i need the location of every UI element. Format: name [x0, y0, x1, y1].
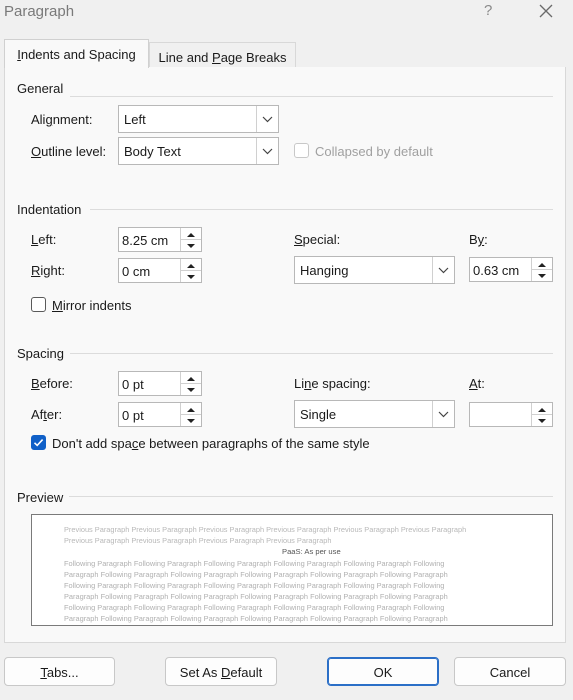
spin-down-icon[interactable] [532, 415, 552, 426]
preview-following-line: Following Paragraph Following Paragraph … [64, 581, 445, 590]
ok-button[interactable]: OK [327, 657, 439, 686]
chevron-down-icon [432, 257, 454, 283]
spin-down-icon[interactable] [181, 271, 201, 282]
spin-up-icon[interactable] [181, 259, 201, 271]
divider [70, 353, 553, 354]
chevron-down-icon [256, 106, 278, 132]
divider [66, 496, 553, 497]
help-button[interactable]: ? [484, 2, 492, 19]
spin-down-icon[interactable] [181, 384, 201, 395]
preview-previous-line: Previous Paragraph Previous Paragraph Pr… [64, 525, 467, 534]
left-indent-spinner[interactable]: 8.25 cm [118, 227, 202, 252]
after-label: After: [31, 407, 63, 422]
right-indent-label: Right: [31, 263, 65, 278]
preview-following-line: Following Paragraph Following Paragraph … [64, 559, 445, 568]
tabs-button[interactable]: Tabs... [4, 657, 115, 686]
outline-level-select[interactable]: Body Text [118, 137, 279, 165]
tab-indents-and-spacing[interactable]: Indents and Spacing [4, 39, 149, 68]
by-label: By: [469, 232, 488, 247]
divider [90, 209, 553, 210]
at-label: At: [469, 376, 485, 391]
spacing-group-title: Spacing [17, 346, 70, 361]
line-spacing-select[interactable]: Single [294, 400, 455, 428]
before-spinner[interactable]: 0 pt [118, 371, 202, 396]
dont-add-space-checkbox[interactable] [31, 435, 46, 450]
spin-up-icon[interactable] [181, 228, 201, 240]
at-spinner[interactable] [469, 402, 553, 427]
preview-box: Previous Paragraph Previous Paragraph Pr… [31, 514, 553, 626]
alignment-label: Alignment: [31, 112, 93, 127]
collapsed-by-default-checkbox[interactable] [294, 143, 309, 158]
preview-group-title: Preview [17, 490, 70, 505]
collapsed-by-default-label: Collapsed by default [315, 144, 433, 159]
left-indent-label: Left: [31, 232, 57, 247]
spin-up-icon[interactable] [532, 258, 552, 270]
alignment-select[interactable]: Left [118, 105, 279, 133]
divider [70, 96, 553, 97]
before-label: Before: [31, 376, 73, 391]
mirror-indents-checkbox[interactable] [31, 297, 46, 312]
preview-following-line: Following Paragraph Following Paragraph … [64, 603, 445, 612]
chevron-down-icon [432, 401, 454, 427]
spin-up-icon[interactable] [181, 372, 201, 384]
spin-up-icon[interactable] [181, 403, 201, 415]
by-spinner[interactable]: 0.63 cm [469, 257, 553, 282]
mirror-indents-label: Mirror indents [52, 298, 132, 313]
line-spacing-label: Line spacing: [294, 376, 371, 391]
dont-add-space-label: Don't add space between paragraphs of th… [52, 436, 370, 451]
preview-following-line: Paragraph Following Paragraph Following … [64, 592, 448, 601]
preview-current-line: PaaS: As per use [282, 547, 341, 556]
after-spinner[interactable]: 0 pt [118, 402, 202, 427]
set-as-default-button[interactable]: Set As Default [165, 657, 277, 686]
preview-following-line: Paragraph Following Paragraph Following … [64, 614, 448, 623]
right-indent-spinner[interactable]: 0 cm [118, 258, 202, 283]
preview-previous-line: Previous Paragraph Previous Paragraph Pr… [64, 536, 332, 545]
preview-following-line: Paragraph Following Paragraph Following … [64, 570, 448, 579]
close-icon[interactable] [536, 1, 556, 21]
spin-down-icon[interactable] [181, 415, 201, 426]
indentation-group-title: Indentation [17, 202, 88, 217]
special-label: Special: [294, 232, 341, 247]
spin-down-icon[interactable] [181, 240, 201, 251]
window-title: Paragraph [4, 3, 75, 20]
special-select[interactable]: Hanging [294, 256, 455, 284]
cancel-button[interactable]: Cancel [454, 657, 566, 686]
outline-level-label: Outline level: [31, 144, 107, 159]
chevron-down-icon [256, 138, 278, 164]
spin-down-icon[interactable] [532, 270, 552, 281]
general-group-title: General [17, 81, 70, 96]
tab-line-and-page-breaks[interactable]: Line and Page Breaks [149, 42, 296, 70]
spin-up-icon[interactable] [532, 403, 552, 415]
checkmark-icon [33, 439, 44, 447]
